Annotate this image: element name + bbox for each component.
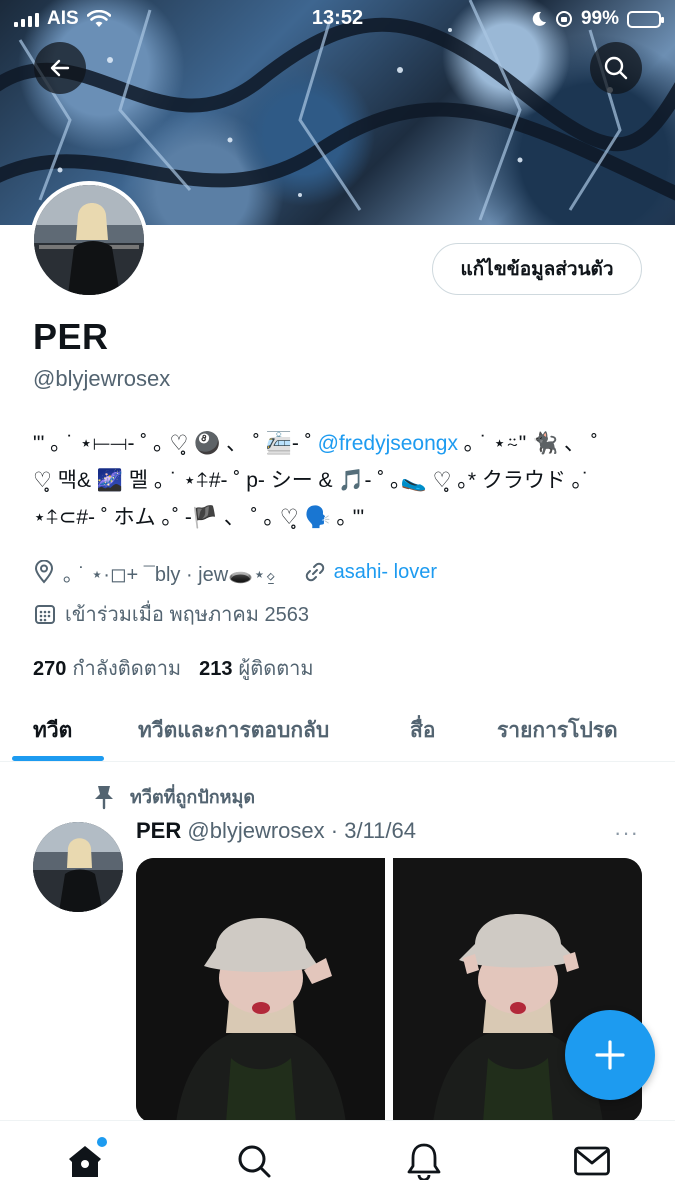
nav-messages[interactable] (570, 1139, 614, 1183)
moon-icon (532, 11, 546, 26)
profile-tabs: ทวีต ทวีตและการตอบกลับ สื่อ รายการโปรด (0, 698, 675, 762)
bottom-nav (0, 1120, 675, 1200)
website-link[interactable]: asahi- lover (334, 561, 437, 584)
profile-handle: @blyjewrosex (33, 366, 171, 391)
plus-icon (595, 1040, 625, 1070)
tab-tweets-replies[interactable]: ทวีตและการตอบกลับ (138, 714, 329, 747)
nav-notifications[interactable] (402, 1139, 446, 1183)
bell-icon (407, 1143, 441, 1180)
tweet-photo[interactable] (136, 858, 385, 1123)
notification-dot (97, 1137, 107, 1147)
pinned-indicator: ทวีตที่ถูกปักหมุด (92, 782, 255, 811)
bio-line-1: "' ｡ ˙ ⋆⟝⟞- ˚ ｡ ♡̥ 🎱 、 ˚ 🚈- ˚ @fredyjseo… (33, 425, 643, 462)
battery-icon (627, 10, 664, 28)
arrow-left-icon (50, 59, 70, 77)
nav-search[interactable] (232, 1139, 276, 1183)
profile-name: PER (33, 316, 109, 357)
followers-link[interactable]: 213 ผู้ติดตาม (199, 652, 313, 684)
bio-text: ｡ ˙ ⋆⍨" 🐈‍⬛ 、 ˚ (457, 432, 598, 455)
location-pin-icon (34, 560, 54, 584)
profile-avatar[interactable] (30, 181, 148, 299)
search-icon (604, 56, 628, 80)
nav-home[interactable] (63, 1137, 107, 1183)
pinned-label: ทวีตที่ถูกปักหมุด (130, 787, 256, 807)
status-bar: AIS 13:52 99% (0, 0, 675, 38)
website-item[interactable]: asahi- lover (304, 561, 437, 584)
compose-tweet-button[interactable] (565, 1010, 655, 1100)
follow-stats: 270 กำลังติดตาม 213 ผู้ติดตาม (33, 652, 314, 684)
tab-tweets[interactable]: ทวีต (33, 714, 72, 747)
tweet-separator: · (330, 818, 339, 843)
followers-count: 213 (199, 658, 233, 680)
link-icon (305, 562, 324, 582)
photo-content (136, 858, 385, 1123)
following-link[interactable]: 270 กำลังติดตาม (33, 652, 181, 684)
tweet-media (136, 858, 642, 1123)
avatar-photo (34, 185, 144, 295)
bio-line-2: ♡̥ 맥& 🌌 멜 ｡ ˙ ⋆⍏#- ˚ p- シー & 🎵- ˚ ｡🥿 ♡̥ … (33, 469, 590, 492)
bio-mention-link[interactable]: @fredyjseongx (318, 432, 458, 455)
active-tab-indicator (12, 756, 104, 761)
profile-meta: ｡ ˙ ⋆·◻+ ¯bly · jew🕳️⋆⍚ asahi- lover (33, 557, 463, 587)
tweet-date[interactable]: 3/11/64 (344, 818, 416, 843)
status-right: 99% (531, 8, 664, 30)
pin-icon (95, 785, 113, 809)
profile-bio: "' ｡ ˙ ⋆⟝⟞- ˚ ｡ ♡̥ 🎱 、 ˚ 🚈- ˚ @fredyjseo… (33, 425, 643, 536)
tweet-avatar[interactable] (33, 822, 123, 912)
bio-text: "' ｡ ˙ ⋆⟝⟞- ˚ ｡ ♡̥ 🎱 、 ˚ 🚈- ˚ (33, 432, 318, 455)
join-date-text: เข้าร่วมเมื่อ พฤษภาคม 2563 (65, 604, 309, 626)
tweet-header: PER @blyjewrosex · 3/11/64 (136, 818, 416, 844)
tab-media[interactable]: สื่อ (410, 714, 435, 747)
tweet-author-handle: @blyjewrosex (187, 818, 325, 843)
tab-likes[interactable]: รายการโปรด (497, 714, 618, 747)
search-icon (238, 1145, 271, 1178)
tweet-more-button[interactable]: ··· (614, 820, 639, 846)
location-item: ｡ ˙ ⋆·◻+ ¯bly · jew🕳️⋆⍚ (33, 558, 278, 587)
location-text: ｡ ˙ ⋆·◻+ ¯bly · jew🕳️⋆⍚ (63, 563, 278, 586)
bio-line-3: ⋆⍏⊂#- ˚ ホム ｡˚ -🏴 、 ˚ ｡ ♡̥ 🗣️ ｡ "' (33, 506, 365, 529)
edit-profile-button[interactable]: แก้ไขข้อมูลส่วนตัว (432, 243, 642, 295)
tweet-avatar-photo (33, 822, 123, 912)
calendar-icon (35, 605, 55, 624)
back-button[interactable] (34, 42, 86, 94)
orientation-lock-icon (555, 11, 572, 27)
following-count: 270 (33, 658, 67, 680)
join-date: เข้าร่วมเมื่อ พฤษภาคม 2563 (33, 599, 309, 629)
following-label: กำลังติดตาม (72, 658, 182, 680)
battery-percent: 99% (580, 8, 619, 29)
followers-label: ผู้ติดตาม (238, 658, 314, 680)
home-icon (69, 1146, 101, 1177)
mail-icon (574, 1146, 610, 1176)
search-button[interactable] (590, 42, 642, 94)
tweet-author-name[interactable]: PER (136, 818, 181, 843)
